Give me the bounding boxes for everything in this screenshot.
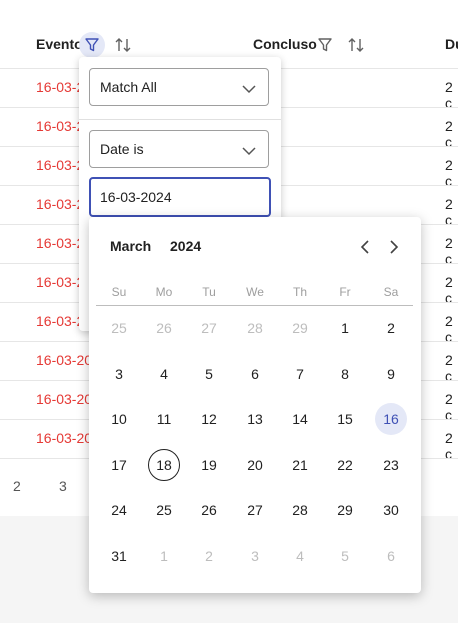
cell-evento: 16-03-20 [36,430,93,446]
calendar-day[interactable]: 6 [375,540,407,572]
calendar-day[interactable]: 7 [284,358,316,390]
weekday-label: Fr [339,285,351,299]
chevron-right-icon [390,240,399,254]
calendar-day[interactable]: 2 [193,540,225,572]
sort-icon-evento[interactable] [112,34,134,56]
calendar-day[interactable]: 4 [148,358,180,390]
cell-evento: 16-03-20 [36,391,93,407]
weekday-label: We [246,285,264,299]
cell-evento: 16-03-2 [36,196,85,212]
calendar-day[interactable]: 24 [103,494,135,526]
calendar-day[interactable]: 6 [239,358,271,390]
calendar-day[interactable]: 12 [193,403,225,435]
cell-evento: 16-03-20 [36,352,93,368]
column-header-evento: Evento [36,36,83,52]
cell-evento: 16-03-2 [36,79,85,95]
calendar-day[interactable]: 30 [375,494,407,526]
cell-evento: 16-03-2 [36,118,85,134]
next-month-button[interactable] [384,237,404,257]
calendar-day[interactable]: 22 [329,449,361,481]
cell-evento: 16-03-2 [36,313,85,329]
calendar-day[interactable]: 5 [329,540,361,572]
filter-divider [79,119,281,120]
cell-evento: 16-03-2 [36,274,85,290]
calendar-day[interactable]: 5 [193,358,225,390]
pager-page-3[interactable]: 3 [59,478,67,494]
calendar-day[interactable]: 2 [375,312,407,344]
calendar-day-today[interactable]: 18 [148,449,180,481]
calendar-day[interactable]: 13 [239,403,271,435]
calendar-day[interactable]: 21 [284,449,316,481]
weekday-label: Tu [202,285,216,299]
filter-icon-concluso[interactable] [314,34,336,56]
calendar-day[interactable]: 23 [375,449,407,481]
calendar-day[interactable]: 11 [148,403,180,435]
filter-icon-evento[interactable] [79,32,105,58]
chevron-down-icon [242,81,256,97]
calendar-day[interactable]: 4 [284,540,316,572]
calendar-day[interactable]: 9 [375,358,407,390]
weekday-divider [96,305,413,306]
calendar-day[interactable]: 3 [103,358,135,390]
calendar-day[interactable]: 26 [193,494,225,526]
match-mode-select[interactable]: Match All [89,68,269,106]
prev-month-button[interactable] [355,237,375,257]
calendar-day[interactable]: 25 [148,494,180,526]
calendar-day[interactable]: 15 [329,403,361,435]
column-header-durata: Du [445,36,458,52]
cell-evento: 16-03-2 [36,235,85,251]
calendar-day[interactable]: 20 [239,449,271,481]
sort-icon-concluso[interactable] [345,34,367,56]
chevron-down-icon [242,143,256,159]
calendar-day-selected[interactable]: 16 [375,403,407,435]
calendar-day[interactable]: 27 [239,494,271,526]
month-label[interactable]: March [110,238,151,254]
calendar-day[interactable]: 28 [239,312,271,344]
calendar-day[interactable]: 10 [103,403,135,435]
match-mode-value: Match All [100,79,157,95]
datepicker-calendar: March 2024 Su Mo Tu We Th Fr Sa 25 26 27 28 29 1 2 3 4… [89,217,421,593]
weekday-label: Su [111,285,127,299]
year-label[interactable]: 2024 [170,238,201,254]
condition-value: Date is [100,141,144,157]
calendar-day[interactable]: 3 [239,540,271,572]
cell-evento: 16-03-2 [36,157,85,173]
calendar-day[interactable]: 25 [103,312,135,344]
weekday-label: Th [292,285,307,299]
calendar-day[interactable]: 26 [148,312,180,344]
calendar-day[interactable]: 8 [329,358,361,390]
condition-select[interactable]: Date is [89,130,269,168]
calendar-day[interactable]: 1 [148,540,180,572]
calendar-day[interactable]: 28 [284,494,316,526]
calendar-day[interactable]: 1 [329,312,361,344]
calendar-day[interactable]: 14 [284,403,316,435]
calendar-day[interactable]: 19 [193,449,225,481]
column-header-concluso: Concluso [253,36,317,52]
date-input[interactable]: 16-03-2024 [89,177,271,217]
weekday-label: Mo [155,285,173,299]
weekday-label: Sa [383,285,399,299]
calendar-day[interactable]: 31 [103,540,135,572]
chevron-left-icon [360,240,369,254]
pager-page-2[interactable]: 2 [13,478,21,494]
calendar-day[interactable]: 29 [329,494,361,526]
calendar-day[interactable]: 29 [284,312,316,344]
calendar-day[interactable]: 27 [193,312,225,344]
calendar-day[interactable]: 17 [103,449,135,481]
